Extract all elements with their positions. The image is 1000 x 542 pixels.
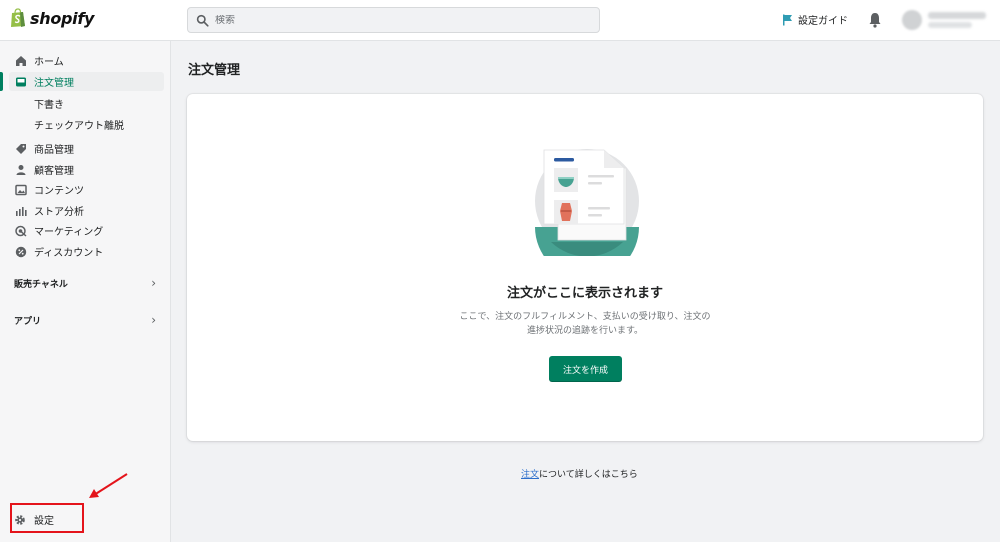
sidebar-item-label: マーケティング: [34, 227, 104, 238]
sidebar-item-customers[interactable]: 顧客管理: [9, 160, 164, 179]
shopify-bag-icon: [10, 8, 26, 28]
home-icon: [15, 55, 27, 67]
sidebar-item-home[interactable]: ホーム: [9, 51, 164, 70]
sidebar-section-sales-channels[interactable]: 販売チャネル ›: [14, 276, 156, 290]
brand-name: shopify: [30, 8, 95, 28]
search-bar[interactable]: [187, 7, 600, 33]
annotation-highlight-box: [10, 503, 84, 533]
learn-more-text: 注文について詳しくはこちら: [521, 467, 638, 480]
orders-help-link[interactable]: 注文: [521, 470, 539, 480]
sidebar-item-products[interactable]: 商品管理: [9, 139, 164, 158]
sidebar-item-label: ホーム: [34, 57, 64, 68]
sidebar-item-label: 商品管理: [34, 145, 74, 156]
orders-illustration: [535, 149, 639, 256]
analytics-icon: [15, 205, 27, 217]
sidebar-item-label: コンテンツ: [34, 186, 84, 197]
sidebar-item-label: 顧客管理: [34, 166, 74, 177]
description-line: 進捗状況の追跡を行います。: [526, 326, 644, 336]
sidebar-item-content[interactable]: コンテンツ: [9, 180, 164, 199]
customer-icon: [15, 164, 27, 176]
bell-icon[interactable]: [868, 12, 882, 28]
sidebar-subitem-abandoned-checkouts[interactable]: チェックアウト離脱: [34, 117, 124, 132]
sidebar-item-discounts[interactable]: ディスカウント: [9, 242, 164, 261]
description-line: ここで、注文のフルフィルメント、支払いの受け取り、注文の: [459, 312, 711, 322]
annotation-arrow: [89, 473, 128, 498]
sidebar-item-marketing[interactable]: マーケティング: [9, 221, 164, 240]
learn-more-suffix: について詳しくはこちら: [539, 470, 638, 480]
account-store-blurred: [928, 22, 972, 28]
setup-guide-label: 設定ガイド: [798, 16, 848, 27]
empty-state-heading: 注文がここに表示されます: [506, 286, 663, 301]
shopify-logo[interactable]: shopify: [10, 8, 94, 28]
account-name-blurred: [928, 12, 986, 19]
chevron-right-icon: ›: [151, 276, 156, 290]
discount-icon: [15, 246, 27, 258]
section-label: 販売チャネル: [14, 279, 68, 290]
sidebar-subitem-drafts[interactable]: 下書き: [34, 96, 64, 111]
marketing-icon: [15, 225, 27, 237]
sidebar-item-label: ディスカウント: [34, 248, 104, 259]
sidebar-item-analytics[interactable]: ストア分析: [9, 201, 164, 220]
tag-icon: [15, 143, 27, 155]
content-icon: [15, 184, 27, 196]
search-input[interactable]: [215, 14, 595, 26]
sidebar-item-label: ストア分析: [34, 207, 84, 218]
orders-icon: [15, 76, 27, 88]
section-label: アプリ: [14, 316, 42, 327]
sidebar-section-apps[interactable]: アプリ ›: [14, 313, 156, 327]
chevron-right-icon: ›: [151, 313, 156, 327]
setup-guide-button[interactable]: 設定ガイド: [782, 12, 848, 27]
create-order-button[interactable]: 注文を作成: [549, 356, 622, 382]
flag-icon: [783, 14, 792, 25]
empty-state-card: 注文がここに表示されます ここで、注文のフルフィルメント、支払いの受け取り、注文…: [187, 94, 983, 441]
page-title: 注文管理: [188, 63, 241, 78]
account-avatar[interactable]: [902, 10, 922, 30]
sidebar-item-orders[interactable]: 注文管理: [0, 72, 164, 91]
search-icon: [196, 14, 209, 27]
sidebar-item-label: 注文管理: [34, 78, 74, 89]
top-bar: shopify 設定ガイド: [0, 0, 1000, 41]
empty-state-description: ここで、注文のフルフィルメント、支払いの受け取り、注文の 進捗状況の追跡を行いま…: [435, 310, 735, 338]
